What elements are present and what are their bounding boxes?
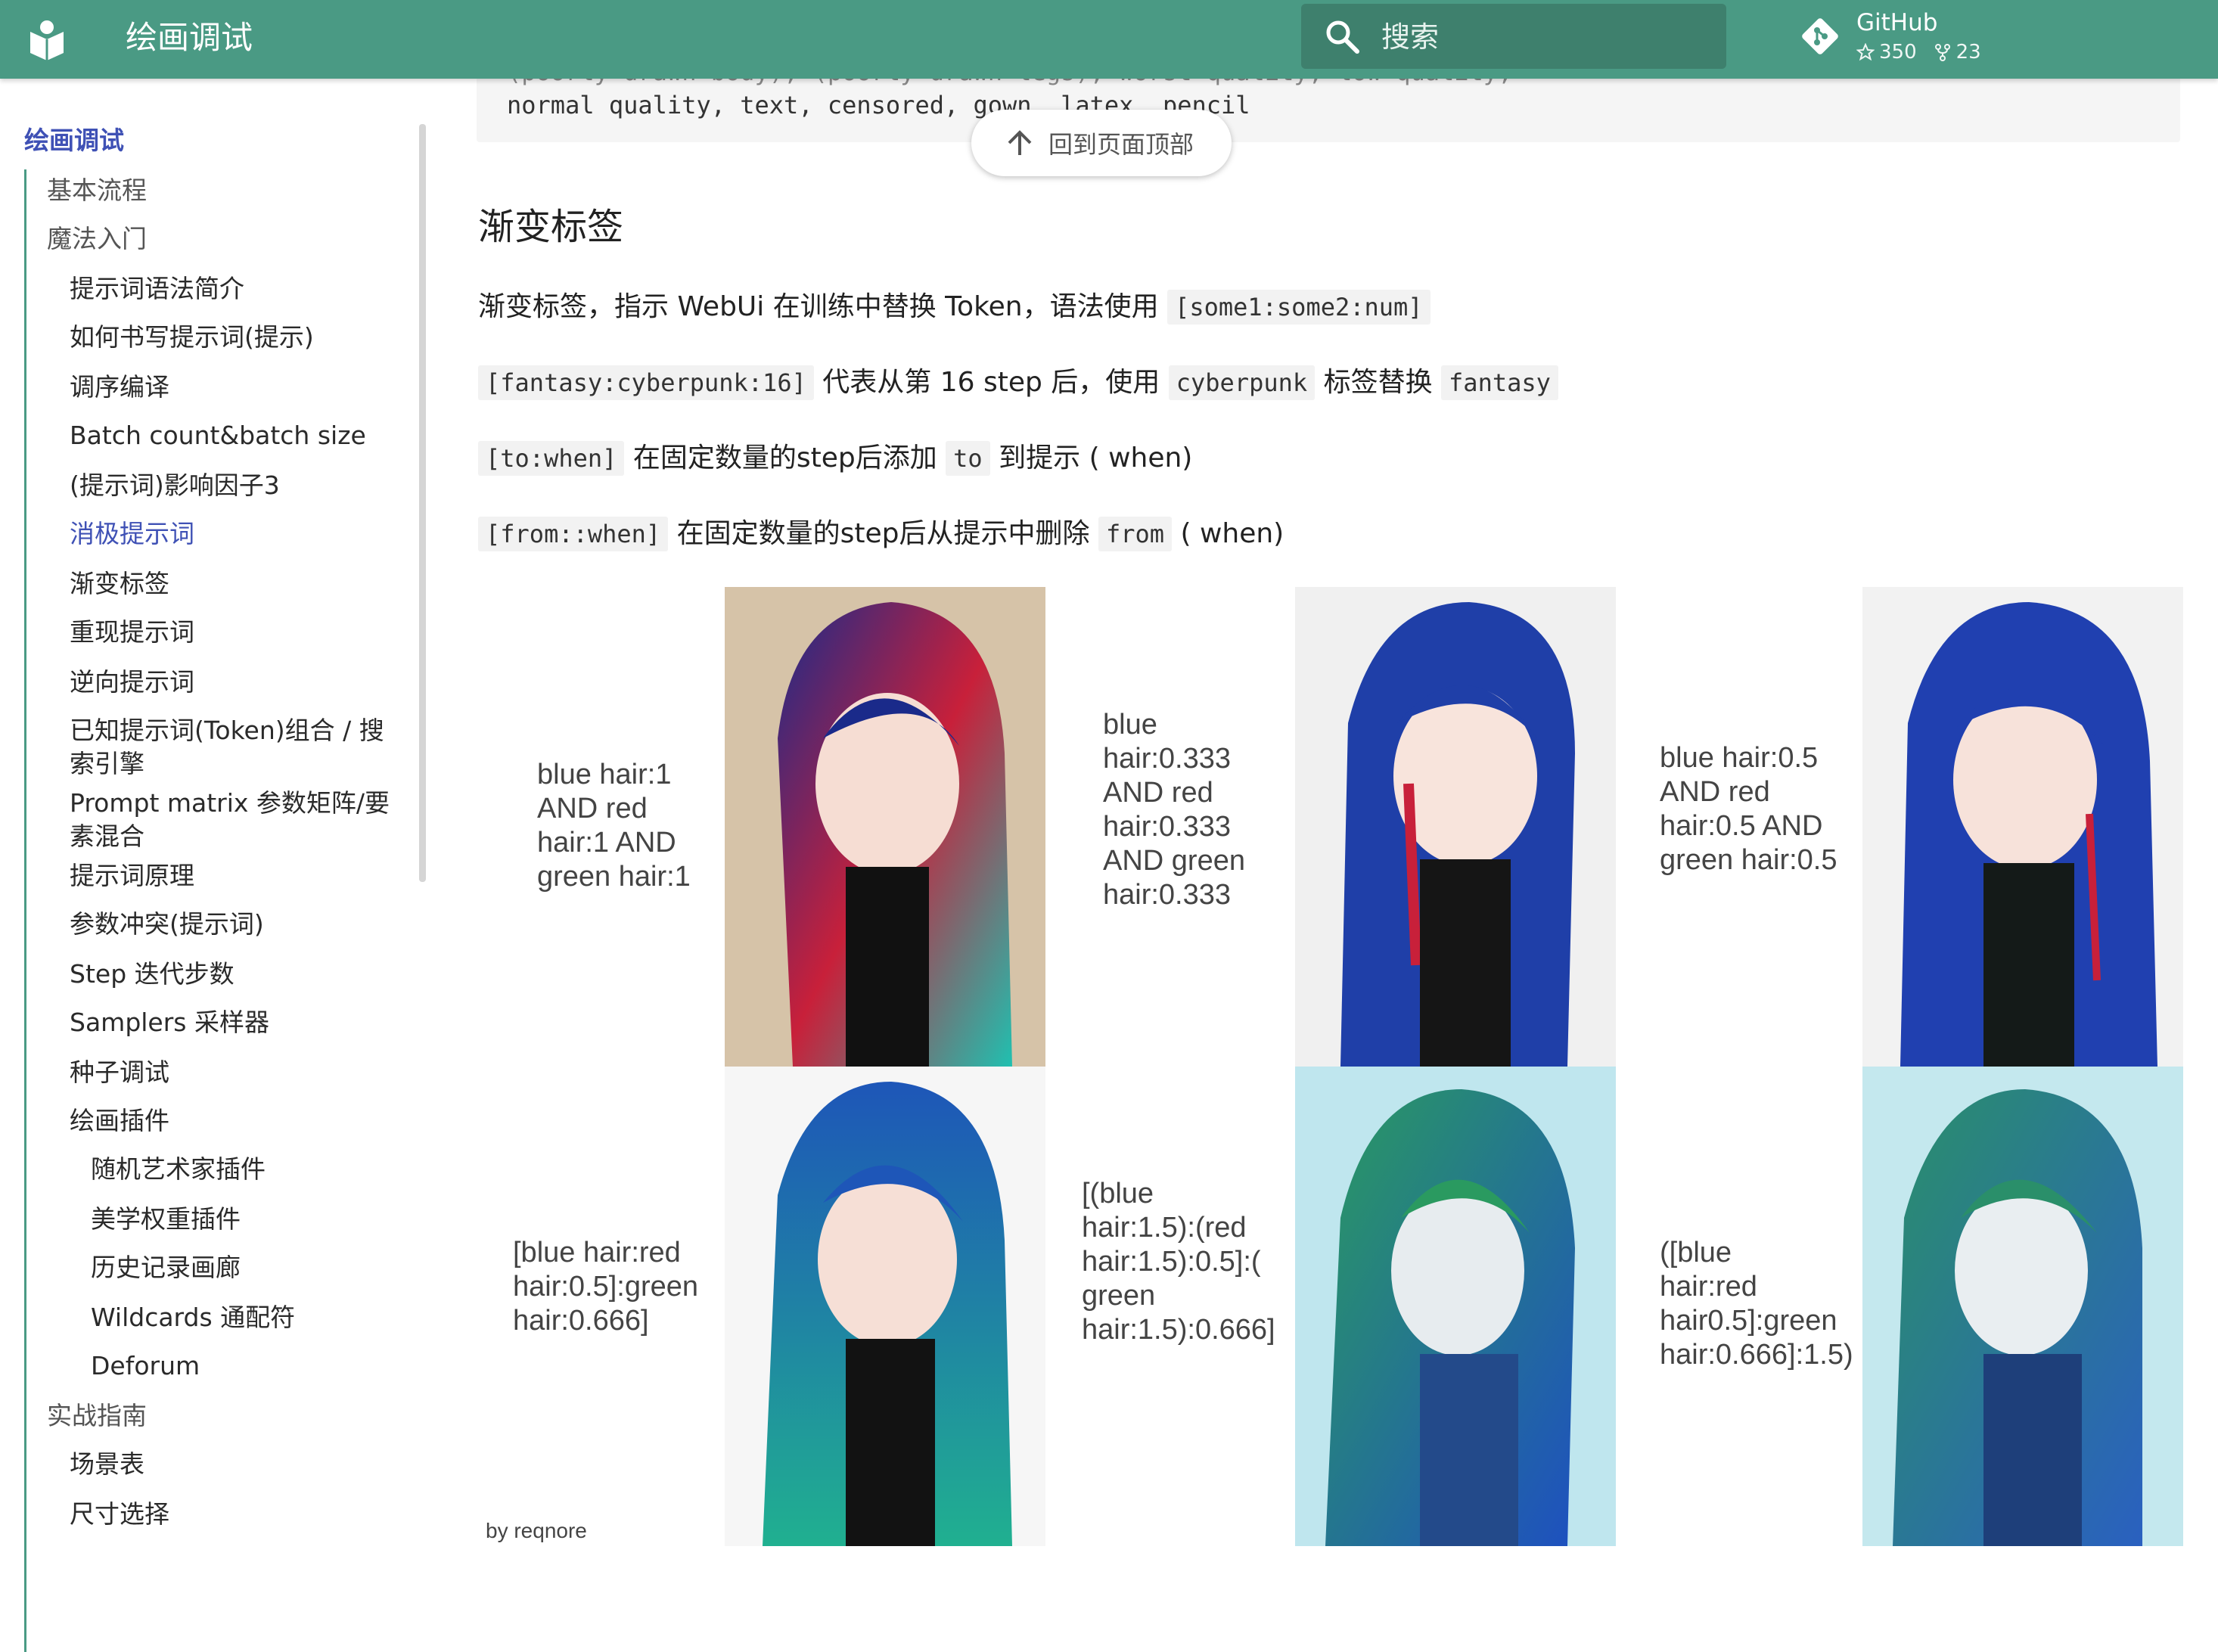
sidebar-item[interactable]: (提示词)影响因子3 xyxy=(70,469,280,502)
sidebar-item[interactable]: 历史记录画廊 xyxy=(91,1251,241,1284)
sidebar-item[interactable]: 随机艺术家插件 xyxy=(91,1153,266,1186)
sidebar-scrollbar[interactable] xyxy=(419,124,426,882)
sidebar-item[interactable]: 基本流程 xyxy=(47,174,147,207)
text: ( when) xyxy=(1172,518,1285,549)
paragraph-to: [to:when] 在固定数量的step后添加 to 到提示 ( when) xyxy=(478,439,1192,478)
text: 在固定数量的step后从提示中删除 xyxy=(668,518,1098,549)
code-snippet: [to:when] xyxy=(478,441,625,476)
text: 标签替换 xyxy=(1315,367,1442,398)
sidebar-item[interactable]: 渐变标签 xyxy=(70,567,169,601)
text: 在固定数量的step后添加 xyxy=(624,442,946,474)
paragraph-intro: 渐变标签，指示 WebUi 在训练中替换 Token，语法使用 [some1:s… xyxy=(478,287,1431,327)
text: 渐变标签，指示 WebUi 在训练中替换 Token，语法使用 xyxy=(478,291,1168,322)
search-input[interactable] xyxy=(1380,13,1708,61)
sidebar-item[interactable]: 场景表 xyxy=(70,1448,144,1481)
sidebar-item[interactable]: Step 迭代步数 xyxy=(70,958,235,991)
section-heading: 渐变标签 xyxy=(478,206,624,248)
grid-label: ([blue hair:red hair0.5]:green hair:0.66… xyxy=(1660,1237,1853,1371)
portrait-image xyxy=(1862,1067,2183,1546)
code-snippet: to xyxy=(946,441,990,476)
sidebar-item[interactable]: 调序编译 xyxy=(70,371,169,404)
grid-label: [(blue hair:1.5):(red hair:1.5):0.5]:( g… xyxy=(1082,1178,1275,1346)
code-snippet: fantasy xyxy=(1441,365,1558,400)
sidebar-item[interactable]: 已知提示词(Token)组合 / 搜索引擎 xyxy=(70,714,402,781)
paragraph-from: [from::when] 在固定数量的step后从提示中删除 from ( wh… xyxy=(478,514,1284,554)
fork-icon xyxy=(1934,44,1950,61)
sidebar-item[interactable]: Samplers 采样器 xyxy=(70,1006,269,1039)
forks-stat: 23 xyxy=(1934,39,1981,65)
sidebar-item[interactable]: 提示词原理 xyxy=(70,859,194,893)
sidebar-item[interactable]: Deforum xyxy=(91,1349,200,1383)
search-box[interactable] xyxy=(1301,4,1726,69)
arrow-up-icon xyxy=(1008,130,1032,155)
portrait-illustration xyxy=(1862,587,2183,1067)
sidebar-item[interactable]: 种子调试 xyxy=(70,1056,169,1089)
sidebar-item[interactable]: 绘画插件 xyxy=(70,1104,169,1138)
portrait-image xyxy=(1862,587,2183,1067)
nav-rail xyxy=(24,169,26,1652)
grid-label: blue hair:0.333 AND red hair:0.333 AND g… xyxy=(1103,709,1245,911)
sidebar-item[interactable]: Batch count&batch size xyxy=(70,419,366,452)
code-snippet: from xyxy=(1098,517,1173,551)
forks-count: 23 xyxy=(1956,41,1981,64)
site-title[interactable]: 绘画调试 xyxy=(126,15,253,61)
sidebar-item[interactable]: 逆向提示词 xyxy=(70,666,194,699)
repo-name[interactable]: GitHub xyxy=(1856,8,1937,38)
paragraph-fantasy: [fantasy:cyberpunk:16] 代表从第 16 step 后，使用… xyxy=(478,363,1558,402)
image-credit: by reqnore xyxy=(486,1519,587,1542)
sidebar-item[interactable]: 尺寸选择 xyxy=(70,1498,169,1531)
sidebar-item[interactable]: Prompt matrix 参数矩阵/要素混合 xyxy=(70,787,402,853)
portrait-image xyxy=(725,1067,1045,1546)
search-icon[interactable] xyxy=(1324,18,1360,54)
sidebar-item[interactable]: 魔法入门 xyxy=(47,222,147,256)
repo-stats[interactable]: 350 23 xyxy=(1856,39,1981,65)
stars-count: 350 xyxy=(1879,41,1917,64)
sidebar-item[interactable]: 实战指南 xyxy=(47,1399,147,1433)
portrait-image xyxy=(1295,587,1616,1067)
sidebar-item[interactable]: 重现提示词 xyxy=(70,616,194,649)
sidebar-item[interactable]: 绘画调试 xyxy=(24,124,124,157)
text: 到提示 ( when) xyxy=(989,442,1193,474)
sidebar-item[interactable]: 参数冲突(提示词) xyxy=(70,908,264,941)
portrait-illustration xyxy=(1862,1067,2183,1546)
sidebar-item[interactable]: Wildcards 通配符 xyxy=(91,1301,295,1334)
git-icon[interactable] xyxy=(1799,15,1841,57)
star-icon xyxy=(1856,43,1875,61)
grid-label: blue hair:1 AND red hair:1 AND green hai… xyxy=(537,759,691,893)
sidebar-item[interactable]: 提示词语法简介 xyxy=(70,272,244,306)
sidebar-item[interactable]: 美学权重插件 xyxy=(91,1203,241,1236)
portrait-image xyxy=(1295,1067,1616,1546)
code-snippet: [from::when] xyxy=(478,517,669,551)
portrait-illustration xyxy=(725,1067,1045,1546)
back-to-top-label: 回到页面顶部 xyxy=(1048,130,1194,159)
text: 代表从第 16 step 后，使用 xyxy=(813,367,1169,398)
sidebar-item[interactable]: 消极提示词 xyxy=(70,517,194,551)
code-snippet: cyberpunk xyxy=(1168,365,1316,400)
grid-label: [blue hair:red hair:0.5]:green hair:0.66… xyxy=(513,1237,699,1337)
back-to-top-button[interactable]: 回到页面顶部 xyxy=(971,110,1232,176)
stars-stat: 350 xyxy=(1856,39,1917,65)
code-snippet: [some1:some2:num] xyxy=(1167,290,1431,324)
code-snippet: [fantasy:cyberpunk:16] xyxy=(478,365,814,400)
portrait-illustration xyxy=(1295,1067,1616,1546)
portrait-image xyxy=(725,587,1045,1067)
portrait-illustration xyxy=(1295,587,1616,1067)
grid-label: blue hair:0.5 AND red hair:0.5 AND green… xyxy=(1660,742,1837,876)
top-bar: 绘画调试 GitHub 350 23 xyxy=(0,0,2218,79)
sidebar-nav: 绘画调试基本流程魔法入门提示词语法简介如何书写提示词(提示) 调序编译 Batch … xyxy=(0,79,454,1652)
sidebar-item[interactable]: 如何书写提示词(提示) xyxy=(70,321,314,354)
book-logo-icon[interactable] xyxy=(24,17,70,62)
portrait-illustration xyxy=(725,587,1045,1067)
